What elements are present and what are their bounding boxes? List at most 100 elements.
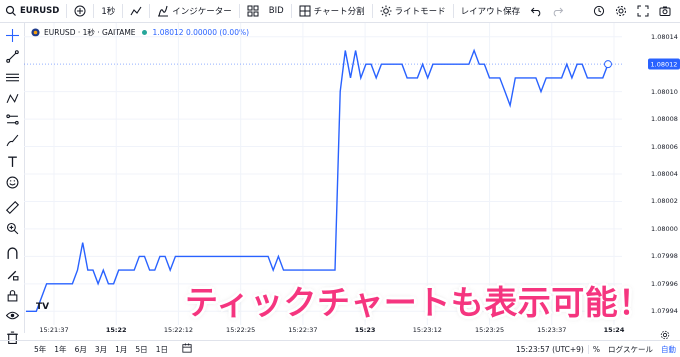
last-price-marker (604, 60, 612, 69)
axis-settings-button[interactable] (660, 325, 672, 340)
clock-label[interactable]: 15:23:57 (UTC+9) (512, 345, 588, 354)
redo-icon (553, 7, 564, 17)
current-price-label: 1.08012 (648, 58, 680, 70)
line-chart-icon (130, 6, 142, 16)
price-tick-label: 1.08004 (651, 170, 678, 178)
goto-date-button[interactable] (178, 343, 196, 355)
undo-button[interactable] (525, 0, 547, 22)
grid-icon (247, 5, 259, 17)
search-icon (5, 5, 16, 16)
time-tick-label: 15:23:12 (412, 326, 442, 334)
time-tick-label: 15:22:25 (226, 326, 256, 334)
trendline-icon (5, 49, 19, 63)
price-tick-label: 1.07996 (651, 279, 678, 288)
magnet-tool[interactable] (4, 245, 20, 261)
price-tick-label: 1.08010 (651, 87, 678, 96)
calendar-icon (182, 343, 192, 353)
compare-button[interactable] (69, 0, 91, 22)
range-button[interactable]: 1年 (50, 344, 70, 355)
log-scale-toggle[interactable]: ログスケール (604, 344, 657, 355)
theme-toggle-button[interactable]: ライトモード (375, 0, 451, 22)
layout-split-icon (299, 5, 311, 17)
stay-drawing-tool[interactable] (4, 266, 20, 282)
brush-icon (6, 134, 18, 146)
interval-button[interactable]: 1秒 (96, 0, 120, 22)
split-chart-button[interactable]: チャート分割 (294, 0, 370, 22)
divider (371, 4, 373, 18)
text-tool[interactable] (4, 153, 20, 169)
divider (93, 4, 95, 18)
range-button[interactable]: 1日 (152, 344, 172, 355)
crosshair-tool[interactable] (4, 27, 20, 43)
pencil-lock-icon (7, 270, 18, 280)
zoom-in-icon (6, 222, 18, 234)
settings-button[interactable] (610, 0, 632, 22)
top-toolbar: EURUSD 1秒 インジケーター BID チャート分割 ライトモード レイアウ… (0, 0, 680, 23)
range-icon (5, 113, 19, 125)
symbol-search-button[interactable]: EURUSD (0, 0, 64, 22)
trendline-tool[interactable] (4, 48, 20, 64)
range-tool[interactable] (4, 111, 20, 127)
divider (452, 4, 454, 18)
redo-button[interactable] (547, 0, 569, 22)
price-tick-label: 1.08002 (651, 197, 678, 206)
price-series-line (26, 48, 609, 312)
replay-button[interactable] (588, 0, 610, 22)
screenshot-button[interactable] (654, 0, 676, 22)
percent-toggle[interactable]: % (587, 344, 604, 354)
price-tick-label: 1.08000 (651, 224, 678, 233)
time-tick-label: 15:24 (603, 326, 625, 334)
brush-tool[interactable] (4, 132, 20, 148)
range-button[interactable]: 6月 (71, 344, 91, 355)
auto-scale-toggle[interactable]: 自動 (657, 344, 680, 355)
drawing-toolbar (0, 23, 25, 344)
hide-drawings-tool[interactable] (4, 307, 20, 323)
clock-icon (593, 5, 605, 17)
pattern-icon (6, 93, 18, 103)
time-tick-label: 15:21:37 (39, 326, 69, 334)
indicators-label: インジケーター (172, 7, 232, 17)
ruler-tool[interactable] (4, 199, 20, 215)
camera-icon (659, 6, 671, 16)
pattern-tool[interactable] (4, 90, 20, 106)
split-chart-label: チャート分割 (313, 7, 365, 17)
range-button[interactable]: 5日 (131, 344, 151, 355)
eye-icon (5, 311, 19, 319)
toolbar-right-group (588, 0, 676, 22)
magnet-icon (7, 246, 17, 259)
templates-button[interactable] (242, 0, 264, 22)
save-layout-button[interactable]: レイアウト保存 (456, 0, 526, 22)
lock-drawings-tool[interactable] (4, 287, 20, 303)
gear-icon (660, 330, 670, 340)
text-icon (7, 156, 17, 167)
bottom-right-group: 15:23:57 (UTC+9) % ログスケール 自動 (512, 341, 680, 357)
emoji-tool[interactable] (4, 174, 20, 190)
indicators-button[interactable]: インジケーター (152, 0, 237, 22)
horizontal-lines-tool[interactable] (4, 69, 20, 85)
gear-icon (616, 6, 626, 16)
range-button[interactable]: 1月 (111, 344, 131, 355)
price-tick-label: 1.08008 (651, 115, 678, 124)
tradingview-logo[interactable]: TV (36, 302, 49, 312)
time-tick-label: 15:23:25 (474, 326, 505, 334)
range-button[interactable]: 3月 (91, 344, 111, 355)
chart-type-button[interactable] (125, 0, 147, 22)
bid-button[interactable]: BID (264, 0, 289, 22)
fullscreen-button[interactable] (632, 0, 654, 22)
ruler-icon (5, 200, 19, 214)
time-axis[interactable]: 15:21:37 15:22 15:22:12 15:22:25 15:22:37 15:… (24, 325, 625, 337)
price-tick-label: 1.07998 (651, 252, 678, 261)
undo-icon (530, 7, 541, 17)
sun-icon (380, 5, 392, 17)
time-tick-label: 15:22:37 (288, 326, 318, 334)
divider (238, 4, 240, 18)
range-button[interactable]: 5年 (30, 344, 50, 355)
horizontal-lines-icon (5, 73, 19, 81)
caption-overlay: ティックチャートも表示可能！ (185, 283, 652, 322)
fullscreen-icon (637, 5, 649, 17)
divider (149, 4, 151, 18)
time-tick-label: 15:23:37 (537, 326, 567, 334)
zoom-tool[interactable] (4, 220, 20, 236)
range-button-group: 5年 1年 6月 3月 1月 5日 1日 (0, 344, 172, 355)
plus-circle-icon (74, 5, 86, 17)
